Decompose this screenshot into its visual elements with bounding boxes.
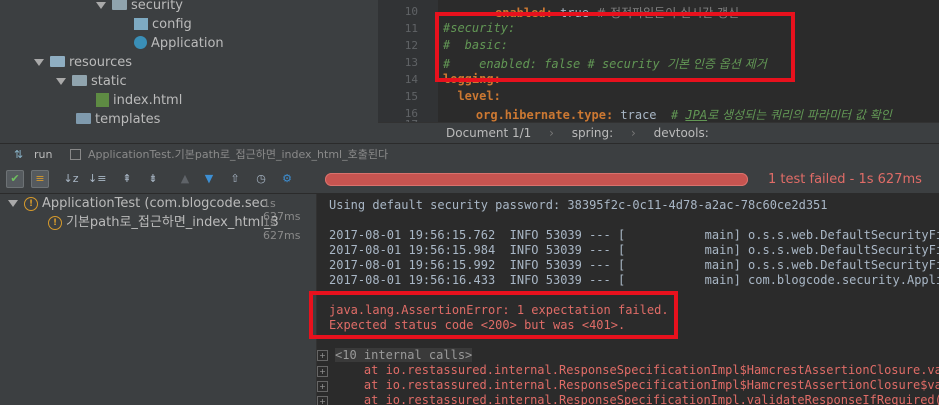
expand-arrow-icon[interactable] [34,59,44,66]
tree-item-security[interactable]: security [96,0,183,15]
line-number: 10 [404,5,418,18]
run-tab-icon: ⇅ [14,148,24,161]
fold-marker-icon[interactable]: + [317,396,328,405]
stack-trace-line: at io.restassured.internal.ResponseSpeci… [335,378,939,392]
warning-icon: ! [48,215,62,230]
editor-gutter: 10 11 12 13 14 15 16 17 [378,0,438,122]
expand-fold-icon[interactable]: + [317,350,328,361]
stack-trace-line: at io.restassured.internal.ResponseSpeci… [335,393,939,405]
test-suite-row[interactable]: ! ApplicationTest (com.blogcode.sec [8,195,267,213]
internal-calls-fold[interactable]: <10 internal calls> [335,348,473,362]
settings-gear-icon[interactable]: ⚙ [278,170,296,188]
line-number: 11 [404,22,418,35]
config-icon [70,149,81,160]
resources-folder-icon [50,56,65,67]
run-tab[interactable]: run [34,144,52,166]
expand-all-icon[interactable]: ⇞ [118,170,136,188]
highlight-box-config [435,12,795,82]
stack-trace-line: at io.restassured.internal.ResponseSpeci… [335,363,939,377]
next-failed-icon[interactable]: ▼ [200,170,218,188]
sort-alpha-icon[interactable]: ↓z [62,170,80,188]
code-line-16: org.hibernate.type: trace # JPA로 생성되는 쿼리… [447,108,892,122]
console-log-line: 2017-08-01 19:56:15.762 INFO 53039 --- [… [329,228,939,242]
chevron-right-icon: › [549,126,554,140]
highlight-box-error [309,291,678,339]
fold-marker-icon[interactable]: + [317,366,328,377]
tree-item-config[interactable]: config [134,15,192,34]
show-passed-toggle-icon[interactable]: ✔ [6,170,24,188]
test-results-tree: ! ApplicationTest (com.blogcode.sec 1s 62… [0,194,316,405]
folder-icon [72,75,87,86]
warning-icon: ! [24,196,38,211]
tree-item-static[interactable]: static [56,72,127,91]
previous-failed-icon[interactable]: ▲ [176,170,194,188]
console-log-line: 2017-08-01 19:56:15.992 INFO 53039 --- [… [329,258,939,272]
package-folder-icon [134,17,148,30]
chevron-right-icon: › [631,126,636,140]
tree-item-application[interactable]: Application [134,34,224,53]
folder-icon [76,113,91,124]
html-file-icon [96,92,109,107]
code-line-15: level: [443,89,501,103]
export-icon[interactable]: ⇧ [226,170,244,188]
fold-marker-icon[interactable]: + [317,381,328,392]
breadcrumb-item-document[interactable]: Document 1/1 [446,126,531,140]
collapse-all-icon[interactable]: ⇟ [144,170,162,188]
expand-arrow-icon[interactable] [8,200,18,207]
tree-item-resources[interactable]: resources [34,53,132,72]
tree-item-index-html[interactable]: index.html [96,91,182,110]
expand-arrow-icon[interactable] [96,2,106,9]
folder-icon [112,0,127,10]
line-number: 15 [404,90,418,103]
test-case-row[interactable]: ! 기본path로_접근하면_index_html_3 [48,214,279,232]
run-toolbar: ✔ ≡ ↓z ↓≡ ⇞ ⇟ ▲ ▼ ⇧ ◷ ⚙ 1 test failed - … [0,166,939,194]
run-config-name[interactable]: ApplicationTest.기본path로_접근하면_index_html_… [88,144,388,166]
console-log-line: 2017-08-01 19:56:16.433 INFO 53039 --- [… [329,273,939,287]
test-progress-bar [325,173,748,186]
tree-item-templates[interactable]: templates [76,110,160,129]
console-line-password: Using default security password: 38395f2… [329,198,828,212]
breadcrumb: Document 1/1 › spring: › devtools: [378,122,939,144]
show-ignored-toggle-icon[interactable]: ≡ [31,170,49,188]
history-icon[interactable]: ◷ [252,170,270,188]
line-number: 14 [404,73,418,86]
breadcrumb-item-devtools[interactable]: devtools: [654,126,709,140]
test-duration: 1s 627ms [263,216,301,242]
line-number: 13 [404,56,418,69]
test-status: 1 test failed - 1s 627ms [768,172,922,187]
project-tree: security config Application resources st… [0,0,370,143]
run-window-header: ⇅ run ApplicationTest.기본path로_접근하면_index… [0,143,939,167]
line-number: 12 [404,39,418,52]
expand-arrow-icon[interactable] [56,78,66,85]
spring-class-icon [134,36,147,49]
sort-duration-icon[interactable]: ↓≡ [88,170,106,188]
breadcrumb-item-spring[interactable]: spring: [572,126,613,140]
console-log-line: 2017-08-01 19:56:15.984 INFO 53039 --- [… [329,243,939,257]
